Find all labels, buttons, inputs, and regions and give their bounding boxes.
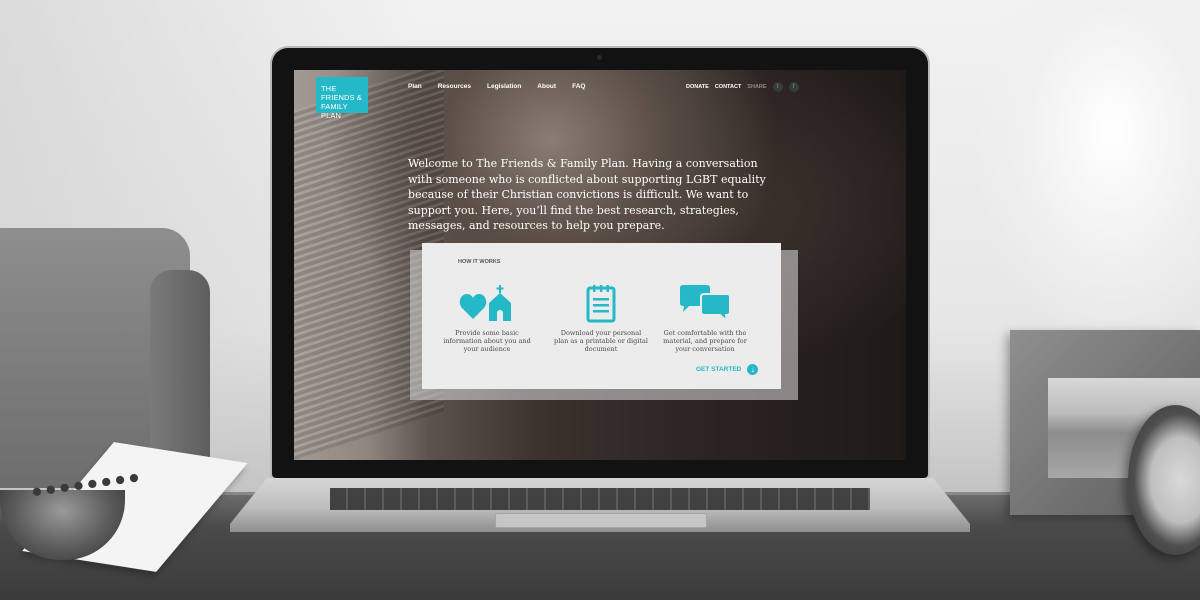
nav-plan[interactable]: Plan bbox=[408, 83, 422, 90]
step-2-text: Download your personal plan as a printab… bbox=[554, 329, 648, 353]
step-1: Provide some basic information about you… bbox=[440, 283, 534, 353]
contact-link[interactable]: CONTACT bbox=[715, 84, 741, 90]
step-3-text: Get comfortable with the material, and p… bbox=[663, 329, 747, 353]
step-2: Download your personal plan as a printab… bbox=[554, 283, 648, 353]
donate-link[interactable]: DONATE bbox=[686, 84, 709, 90]
notepad-icon bbox=[586, 285, 616, 323]
twitter-icon[interactable]: t bbox=[772, 82, 783, 92]
get-started-label: GET STARTED bbox=[696, 366, 742, 373]
arrow-down-icon: ↓ bbox=[747, 364, 759, 375]
camera bbox=[597, 55, 602, 60]
how-it-works-panel: HOW IT WORKS Provide some basic informat… bbox=[422, 243, 781, 389]
step-3: Get comfortable with the material, and p… bbox=[658, 283, 752, 353]
step-1-text: Provide some basic information about you… bbox=[443, 329, 531, 353]
speech-bubbles-icon bbox=[680, 285, 731, 323]
nav-about[interactable]: About bbox=[537, 83, 556, 90]
nav-resources[interactable]: Resources bbox=[438, 83, 471, 90]
get-started-button[interactable]: GET STARTED ↓ bbox=[696, 364, 759, 375]
nav-legislation[interactable]: Legislation bbox=[487, 83, 521, 90]
keyboard bbox=[330, 488, 870, 510]
heart-church-icon bbox=[459, 285, 511, 321]
facebook-icon[interactable]: f bbox=[788, 82, 799, 92]
main-nav: Plan Resources Legislation About FAQ bbox=[408, 83, 585, 90]
how-it-works-title: HOW IT WORKS bbox=[458, 259, 501, 265]
laptop-screen: The Friends & Family Plan Plan Resources… bbox=[294, 70, 906, 460]
nav-faq[interactable]: FAQ bbox=[572, 83, 585, 90]
share-label: SHARE bbox=[747, 84, 767, 90]
site-logo[interactable]: The Friends & Family Plan bbox=[316, 77, 368, 120]
window-light bbox=[980, 0, 1200, 330]
top-right-links: DONATE CONTACT SHARE t f bbox=[686, 82, 799, 92]
intro-text: Welcome to The Friends & Family Plan. Ha… bbox=[408, 157, 766, 232]
trackpad bbox=[495, 513, 707, 528]
